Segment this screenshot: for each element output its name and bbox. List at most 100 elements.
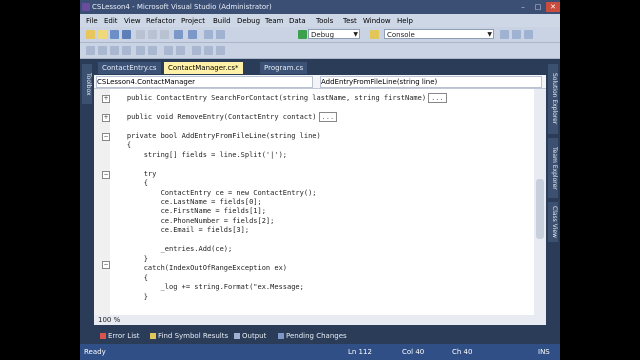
save-all-icon[interactable] — [122, 30, 131, 39]
tab-contactmanager[interactable]: ContactManager.cs* — [164, 62, 243, 74]
solution-config-value: Debug — [311, 31, 335, 39]
tab-program[interactable]: Program.cs — [260, 62, 308, 74]
menu-tools[interactable]: Tools — [316, 17, 333, 25]
output-tab[interactable]: Output — [234, 332, 266, 340]
find-icon[interactable] — [370, 30, 379, 39]
open-file-icon[interactable] — [98, 30, 107, 39]
undo-icon[interactable] — [174, 30, 183, 39]
team-explorer-tab[interactable]: Team Explorer — [548, 138, 558, 198]
pending-changes-tab[interactable]: Pending Changes — [278, 332, 347, 340]
window-title: CSLesson4 - Microsoft Visual Studio (Adm… — [92, 3, 272, 11]
outline-toggle-icon[interactable]: + — [102, 95, 110, 103]
save-icon[interactable] — [110, 30, 119, 39]
chevron-down-icon: ▼ — [487, 31, 492, 38]
code-line: _entries.Add(ce); — [110, 245, 233, 253]
title-bar: CSLesson4 - Microsoft Visual Studio (Adm… — [80, 0, 560, 14]
bookmark-icon[interactable] — [204, 46, 213, 55]
insert-mode: INS — [538, 348, 550, 356]
find-symbol-results-tab[interactable]: Find Symbol Results — [150, 332, 228, 340]
code-line: ce.PhoneNumber = fields[2]; — [110, 217, 275, 225]
solution-explorer-tab[interactable]: Solution Explorer — [548, 64, 558, 134]
menu-team[interactable]: Team — [265, 17, 284, 25]
vertical-scrollbar[interactable] — [534, 89, 546, 315]
comment-out-icon[interactable] — [164, 46, 173, 55]
code-line: ContactEntry ce = new ContactEntry(); — [110, 189, 317, 197]
menu-project[interactable]: Project — [181, 17, 205, 25]
collapsed-block-marker[interactable]: ... — [318, 112, 338, 122]
menu-view[interactable]: View — [124, 17, 141, 25]
toolbox-icon[interactable] — [524, 30, 533, 39]
outline-toggle-icon[interactable]: − — [102, 171, 110, 179]
vertical-scroll-thumb[interactable] — [536, 179, 544, 239]
horizontal-scrollbar[interactable]: 100 % — [94, 315, 546, 325]
menu-refactor[interactable]: Refactor — [146, 17, 175, 25]
column-number: Col 40 — [402, 348, 425, 356]
code-text[interactable]: public ContactEntry SearchForContact(str… — [110, 89, 532, 315]
navigate-back-icon[interactable] — [204, 30, 213, 39]
outline-toggle-icon[interactable]: + — [102, 114, 110, 122]
solution-explorer-icon[interactable] — [500, 30, 509, 39]
uncomment-icon[interactable] — [176, 46, 185, 55]
code-editor[interactable]: CSLesson4.ContactManager AddEntryFromFil… — [94, 75, 546, 325]
menu-help[interactable]: Help — [397, 17, 413, 25]
bookmark-icon[interactable] — [216, 46, 225, 55]
paste-icon[interactable] — [160, 30, 169, 39]
status-text: Ready — [84, 348, 106, 356]
code-line: } — [110, 293, 148, 301]
tab-contactentry[interactable]: ContactEntry.cs — [98, 62, 161, 74]
text-editor-tool-icon[interactable] — [110, 46, 119, 55]
code-line: } — [110, 255, 148, 263]
menu-build[interactable]: Build — [213, 17, 231, 25]
standard-toolbar: Debug ▼ Console ▼ — [80, 27, 560, 43]
class-dropdown[interactable]: CSLesson4.ContactManager — [96, 76, 313, 88]
copy-icon[interactable] — [148, 30, 157, 39]
text-editor-toolbar — [80, 43, 560, 59]
error-list-icon — [100, 333, 106, 339]
code-line: { — [110, 179, 148, 187]
zoom-level[interactable]: 100 % — [98, 316, 120, 324]
member-dropdown[interactable]: AddEntryFromFileLine(string line) — [320, 76, 542, 88]
redo-icon[interactable] — [188, 30, 197, 39]
code-line: ce.LastName = fields[0]; — [110, 198, 262, 206]
text-editor-tool-icon[interactable] — [148, 46, 157, 55]
close-button[interactable]: ✕ — [546, 2, 560, 12]
bottom-tool-tabs: Error List Find Symbol Results Output Pe… — [94, 330, 546, 344]
chevron-down-icon: ▼ — [353, 31, 358, 38]
text-editor-tool-icon[interactable] — [122, 46, 131, 55]
code-line: private bool AddEntryFromFileLine(string… — [110, 132, 321, 140]
properties-icon[interactable] — [512, 30, 521, 39]
right-tool-strip: Solution Explorer Team Explorer Class Vi… — [546, 60, 560, 330]
menu-window[interactable]: Window — [363, 17, 391, 25]
collapsed-block-marker[interactable]: ... — [428, 93, 447, 103]
solution-config-dropdown[interactable]: Debug ▼ — [308, 29, 360, 39]
new-project-icon[interactable] — [86, 30, 95, 39]
menu-test[interactable]: Test — [343, 17, 357, 25]
menu-edit[interactable]: Edit — [104, 17, 118, 25]
outline-toggle-icon[interactable]: − — [102, 133, 110, 141]
menu-data[interactable]: Data — [289, 17, 306, 25]
menu-debug[interactable]: Debug — [237, 17, 260, 25]
navigate-forward-icon[interactable] — [216, 30, 225, 39]
class-view-tab[interactable]: Class View — [548, 202, 558, 242]
outline-toggle-icon[interactable]: − — [102, 261, 110, 269]
class-dropdown-value: CSLesson4.ContactManager — [97, 78, 196, 86]
error-list-tab[interactable]: Error List — [100, 332, 140, 340]
minimize-button[interactable]: – — [516, 2, 530, 12]
bookmark-icon[interactable] — [192, 46, 201, 55]
text-editor-tool-icon[interactable] — [98, 46, 107, 55]
document-tabs: ContactEntry.cs ContactManager.cs* Progr… — [94, 62, 544, 75]
text-editor-tool-icon[interactable] — [136, 46, 145, 55]
toolbox-tab[interactable]: Toolbox — [82, 64, 92, 104]
find-combo[interactable]: Console ▼ — [384, 29, 494, 39]
editor-margin[interactable]: + + − − − — [94, 89, 110, 315]
code-line: catch(IndexOutOfRangeException ex) — [110, 264, 288, 272]
left-tool-strip: Toolbox — [80, 60, 93, 330]
output-icon — [234, 333, 240, 339]
maximize-button[interactable]: □ — [531, 2, 545, 12]
text-editor-tool-icon[interactable] — [86, 46, 95, 55]
character-number: Ch 40 — [452, 348, 473, 356]
cut-icon[interactable] — [136, 30, 145, 39]
start-debugging-icon[interactable] — [298, 30, 307, 39]
code-line: try — [110, 170, 157, 178]
menu-file[interactable]: File — [86, 17, 98, 25]
